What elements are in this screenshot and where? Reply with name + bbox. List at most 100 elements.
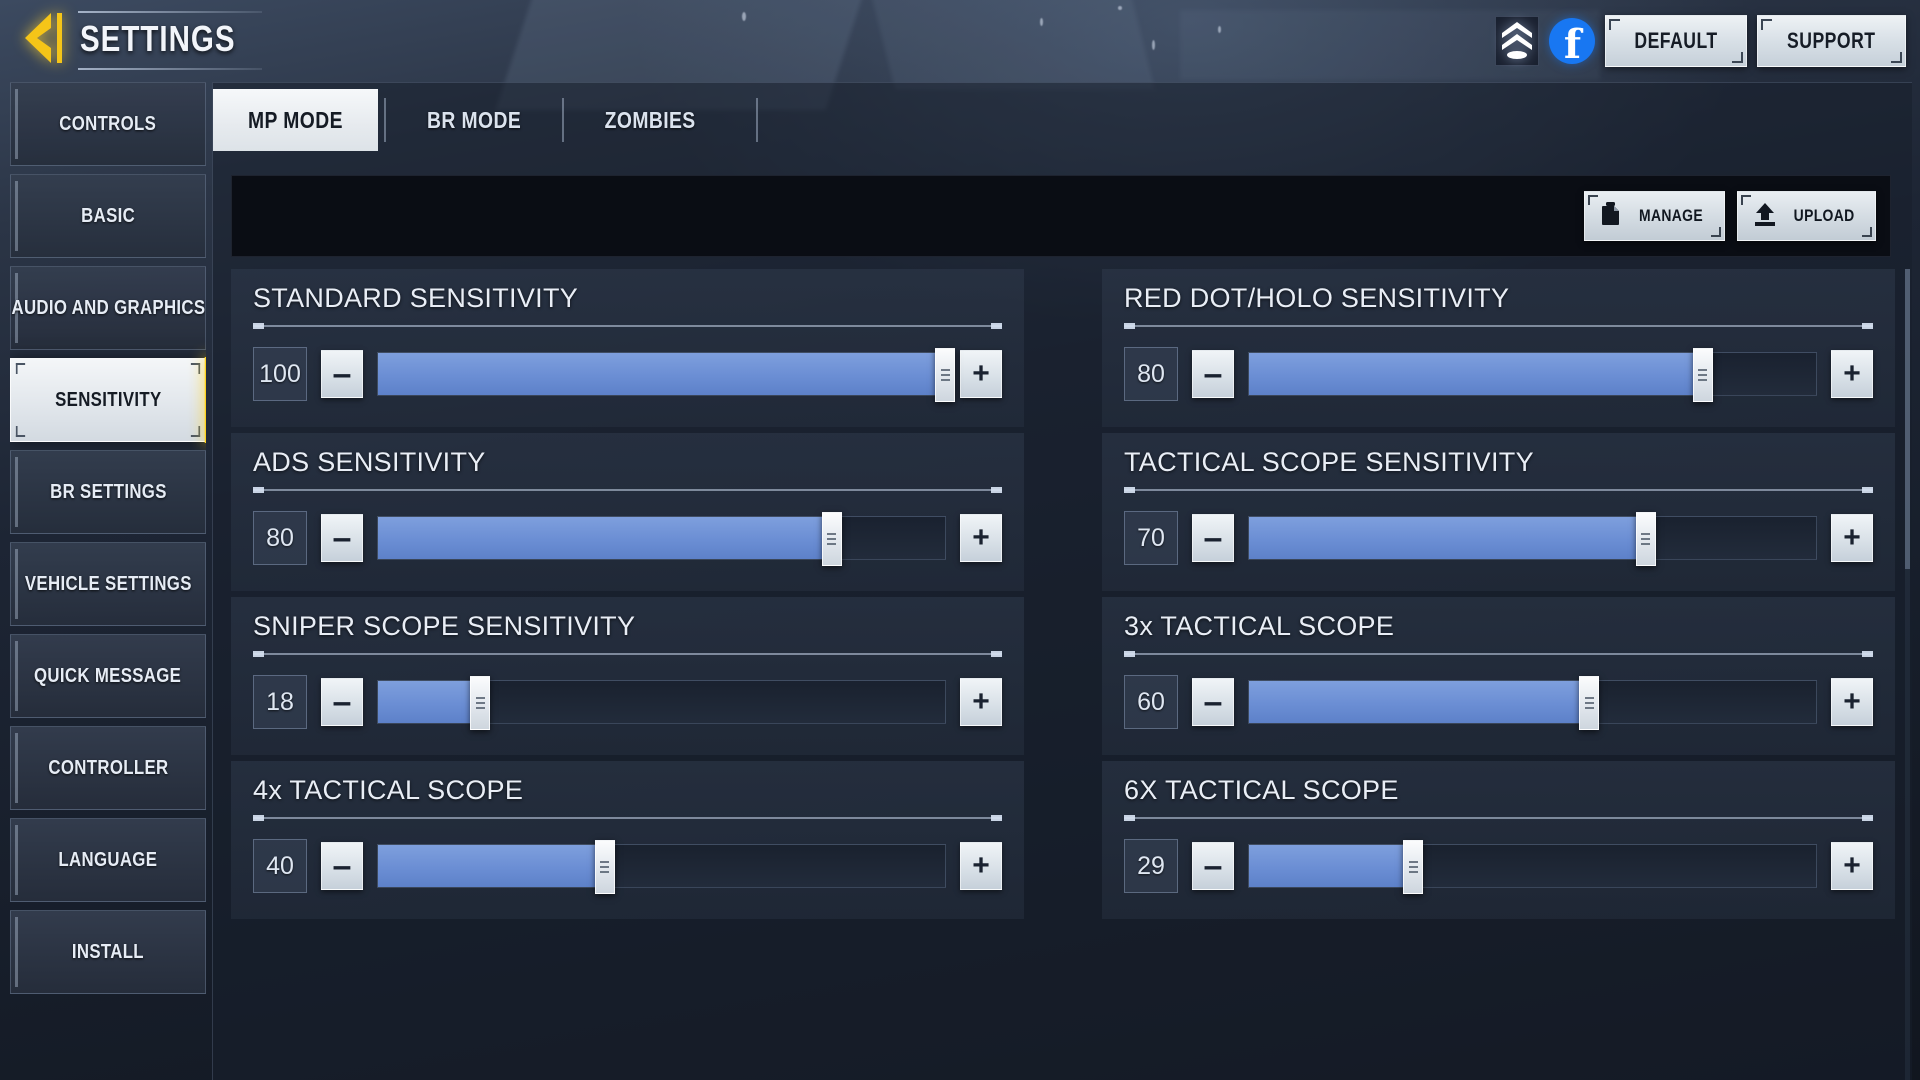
sensitivity-slider[interactable] [1248, 676, 1817, 730]
slider-handle[interactable] [1635, 512, 1656, 566]
sidebar-item-vehicle-settings[interactable]: VEHICLE SETTINGS [10, 542, 206, 626]
rank-badge[interactable] [1495, 16, 1540, 66]
default-button[interactable]: DEFAULT [1605, 15, 1748, 67]
rank-chevron-icon [1500, 19, 1534, 64]
sidebar-item-language[interactable]: LANGUAGE [10, 818, 206, 902]
sensitivity-slider[interactable] [377, 840, 946, 894]
decrement-button[interactable]: – [1192, 350, 1234, 398]
increment-button[interactable]: + [1831, 350, 1873, 398]
decrement-button[interactable]: – [321, 514, 363, 562]
back-button[interactable] [18, 6, 74, 74]
increment-button[interactable]: + [960, 350, 1002, 398]
support-button[interactable]: SUPPORT [1757, 15, 1906, 67]
slider-fill [1249, 681, 1590, 723]
slider-handle[interactable] [470, 676, 491, 730]
sidebar-item-br-settings[interactable]: BR SETTINGS [10, 450, 206, 534]
increment-button[interactable]: + [960, 514, 1002, 562]
sensitivity-rows: STANDARD SENSITIVITY 100– + RED DOT/HOLO SE… [231, 269, 1895, 1080]
decrement-button[interactable]: – [321, 350, 363, 398]
upload-button-label: UPLOAD [1793, 206, 1855, 225]
tab-br-mode[interactable]: BR MODE [392, 89, 556, 151]
slider-handle[interactable] [594, 840, 615, 894]
tab-label: BR MODE [426, 106, 522, 133]
tab-mp-mode[interactable]: MP MODE [213, 89, 378, 151]
slider-fill [378, 353, 945, 395]
sensitivity-slider[interactable] [377, 348, 955, 402]
handle-ridge [1408, 871, 1418, 873]
row-title: STANDARD SENSITIVITY [253, 283, 579, 313]
decrement-button[interactable]: – [1192, 678, 1234, 726]
value-box[interactable]: 80 [253, 511, 307, 565]
scrollbar[interactable] [1905, 269, 1910, 1080]
value-box[interactable]: 40 [253, 839, 307, 893]
sensitivity-slider[interactable] [377, 676, 946, 730]
value-box[interactable]: 100 [253, 347, 307, 401]
slider-handle[interactable] [1692, 348, 1713, 402]
handle-ridge [475, 707, 485, 709]
corner-mark [15, 426, 26, 437]
value-box[interactable]: 70 [1124, 511, 1178, 565]
handle-ridge [827, 543, 837, 545]
content-panel: MP MODE BR MODE ZOMBIES MANAGE UPLOAD ST… [212, 82, 1912, 1080]
tab-zombies[interactable]: ZOMBIES [570, 89, 730, 151]
sidebar-item-label: CONTROLS [59, 112, 157, 135]
sidebar-item-label: BASIC [81, 204, 135, 227]
value-box[interactable]: 29 [1124, 839, 1178, 893]
value-box[interactable]: 80 [1124, 347, 1178, 401]
decrement-button[interactable]: – [1192, 842, 1234, 890]
increment-button[interactable]: + [1831, 842, 1873, 890]
slider-handle[interactable] [935, 348, 955, 402]
row-controls: 80– + [253, 511, 1002, 566]
row-controls: 60– + [1124, 675, 1873, 730]
row-title: TACTICAL SCOPE SENSITIVITY [1124, 447, 1534, 477]
scrollbar-thumb[interactable] [1905, 269, 1910, 569]
handle-ridge [1584, 707, 1594, 709]
increment-button[interactable]: + [1831, 514, 1873, 562]
upload-button[interactable]: UPLOAD [1736, 191, 1876, 241]
sidebar-item-audio-and-graphics[interactable]: AUDIO AND GRAPHICS [10, 266, 206, 350]
sidebar-item-label: VEHICLE SETTINGS [24, 572, 192, 595]
decrement-button[interactable]: – [1192, 514, 1234, 562]
sidebar-item-controller[interactable]: CONTROLLER [10, 726, 206, 810]
sidebar-item-label: BR SETTINGS [49, 480, 167, 503]
handle-ridge [1698, 374, 1708, 376]
slider-handle[interactable] [1579, 676, 1600, 730]
facebook-glyph: f [1563, 21, 1582, 69]
header-actions: f DEFAULT SUPPORT [1495, 12, 1906, 70]
sidebar-item-basic[interactable]: BASIC [10, 174, 206, 258]
facebook-icon[interactable]: f [1549, 18, 1596, 69]
slider-handle[interactable] [1403, 840, 1424, 894]
sensitivity-row: SNIPER SCOPE SENSITIVITY 18– + [231, 597, 1024, 755]
sidebar-item-controls[interactable]: CONTROLS [10, 82, 206, 166]
value-box[interactable]: 60 [1124, 675, 1178, 729]
tab-divider [756, 98, 759, 142]
decrement-button[interactable]: – [321, 678, 363, 726]
row-title: 4x TACTICAL SCOPE [253, 775, 524, 805]
handle-ridge [827, 533, 837, 535]
sidebar-item-install[interactable]: INSTALL [10, 910, 206, 994]
value-box[interactable]: 18 [253, 675, 307, 729]
sidebar-item-sensitivity[interactable]: SENSITIVITY [10, 357, 206, 443]
sensitivity-slider[interactable] [1248, 348, 1817, 402]
increment-button[interactable]: + [960, 678, 1002, 726]
row-controls: 70– + [1124, 511, 1873, 566]
sensitivity-slider[interactable] [377, 512, 946, 566]
tab-label: MP MODE [248, 106, 343, 133]
handle-ridge [1698, 369, 1708, 371]
corner-mark [190, 363, 201, 374]
row-title: 6X TACTICAL SCOPE [1124, 775, 1399, 805]
decrement-button[interactable]: – [321, 842, 363, 890]
slider-handle[interactable] [821, 512, 842, 566]
row-controls: 29– + [1124, 839, 1873, 894]
handle-ridge [600, 866, 610, 868]
increment-button[interactable]: + [1831, 678, 1873, 726]
sensitivity-row: RED DOT/HOLO SENSITIVITY 80– + [1102, 269, 1895, 427]
handle-ridge [475, 697, 485, 699]
sensitivity-slider[interactable] [1248, 512, 1817, 566]
manage-button[interactable]: MANAGE [1583, 191, 1725, 241]
increment-button[interactable]: + [960, 842, 1002, 890]
sidebar-item-quick-message[interactable]: QUICK MESSAGE [10, 634, 206, 718]
row-divider [1124, 815, 1873, 821]
sensitivity-slider[interactable] [1248, 840, 1817, 894]
tab-divider [383, 98, 386, 142]
